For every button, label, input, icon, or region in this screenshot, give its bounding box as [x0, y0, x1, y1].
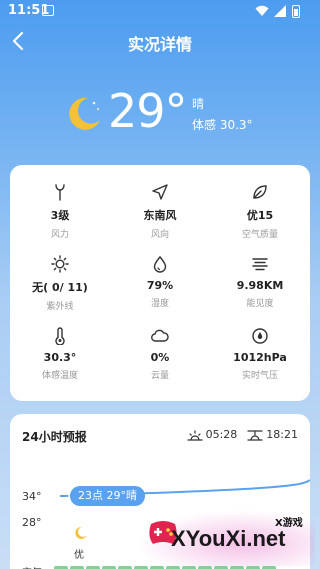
metric-value: 79%: [146, 279, 174, 292]
humidity-drop-icon: [153, 255, 167, 273]
metric-label: 体感温度: [41, 371, 78, 381]
status-bar: 11:51: [0, 0, 320, 22]
sun-uv-icon: [51, 255, 69, 273]
metric-label: 风力: [50, 230, 69, 240]
metric-label: 实时气压: [241, 371, 278, 381]
metric-label: 能见度: [246, 299, 274, 309]
metric-label: 风向: [150, 230, 169, 240]
metric-label: 紫外线: [46, 302, 74, 312]
metric-value: 东南风: [143, 209, 177, 222]
metric-label: 云量: [150, 371, 169, 381]
signal-icon: [274, 5, 286, 17]
watermark: X游戏 XYouXi.net: [135, 510, 315, 566]
thermometer-icon: [55, 327, 65, 345]
y-label-low: 28°: [22, 516, 42, 529]
status-icons: [255, 4, 300, 18]
sunset: 18:21: [247, 428, 298, 441]
wifi-icon: [255, 5, 269, 16]
sunset-icon: [247, 429, 263, 441]
hour-tooltip: 23点 29°晴: [70, 486, 145, 506]
metric-value: 1012hPa: [233, 351, 287, 364]
metric-cloud: 0% 云量: [110, 317, 210, 389]
metric-label: 湿度: [150, 299, 169, 309]
metric-visibility: 9.98KM 能见度: [210, 245, 310, 317]
metric-feels-like: 30.3° 体感温度: [10, 317, 110, 389]
cloud-icon: [151, 329, 169, 342]
metric-humidity: 79% 湿度: [110, 245, 210, 317]
details-card: 3级 风力 东南风 风向 优15 空气质量 无( 0/ 11) 紫外线 79% …: [10, 165, 310, 401]
sunrise-icon: [186, 429, 203, 441]
metric-pressure: 1012hPa 实时气压: [210, 317, 310, 389]
forecast-title: 24小时预报: [22, 430, 87, 444]
sunrise-time: 05:28: [205, 428, 238, 441]
wind-direction-icon: [152, 184, 168, 200]
metric-wind-direction: 东南风 风向: [110, 173, 210, 245]
wind-power-icon: [55, 184, 65, 201]
aqi-text: 优: [74, 550, 84, 561]
weather-condition: 晴: [192, 97, 205, 111]
moon-icon: [75, 526, 87, 539]
page-title: 实况详情: [127, 35, 192, 54]
metric-air-quality: 优15 空气质量: [210, 173, 310, 245]
battery-icon: [292, 4, 300, 18]
metric-label: 空气质量: [241, 230, 278, 240]
metric-wind-power: 3级 风力: [10, 173, 110, 245]
metric-value: 0%: [150, 351, 170, 364]
sunset-time: 18:21: [266, 428, 298, 441]
gallery-notification-icon: [42, 5, 54, 16]
metric-value: 优15: [246, 209, 274, 222]
metric-value: 9.98KM: [236, 279, 284, 292]
aqi-label: 空气: [22, 564, 42, 569]
current-temperature: 29°: [108, 84, 188, 138]
sun-times: 05:28 18:21: [186, 428, 298, 441]
sunrise: 05:28: [186, 428, 238, 441]
current-weather: 29° 晴 体感 30.3°: [0, 84, 320, 148]
leaf-icon: [253, 185, 267, 199]
visibility-icon: [252, 258, 268, 271]
watermark-text: XYouXi.net: [171, 526, 286, 551]
metric-value: 3级: [50, 209, 70, 222]
metric-uv: 无( 0/ 11) 紫外线: [10, 245, 110, 317]
title-bar: 实况详情: [0, 28, 320, 56]
moon-icon: [69, 97, 100, 130]
metric-value: 无( 0/ 11): [32, 281, 88, 294]
feels-like: 体感 30.3°: [192, 118, 253, 132]
y-label-high: 34°: [22, 490, 42, 503]
pressure-icon: [252, 328, 268, 344]
metric-value: 30.3°: [43, 351, 77, 364]
